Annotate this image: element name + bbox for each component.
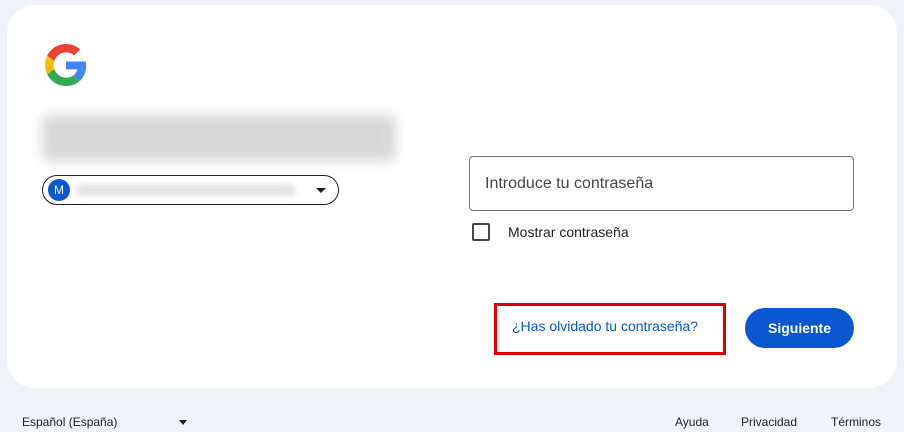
google-logo [45,44,87,86]
password-input[interactable] [470,157,853,210]
language-select[interactable]: Español (España) [22,415,187,429]
chevron-down-icon [316,188,326,193]
checkbox-icon[interactable] [472,223,490,241]
forgot-password-link[interactable]: ¿Has olvidado tu contraseña? [512,318,698,334]
footer: Español (España) Ayuda Privacidad Términ… [0,405,904,432]
help-link[interactable]: Ayuda [675,415,709,429]
terms-link[interactable]: Términos [831,415,881,429]
language-label: Español (España) [22,415,118,429]
avatar: M [48,179,70,201]
chevron-down-icon [179,420,187,425]
password-field-container [469,156,854,211]
show-password-label: Mostrar contraseña [508,224,629,240]
account-name-redacted [42,115,396,161]
next-button[interactable]: Siguiente [745,308,854,348]
account-selector[interactable]: M [42,175,339,205]
show-password-toggle[interactable]: Mostrar contraseña [472,223,629,241]
privacy-link[interactable]: Privacidad [741,415,797,429]
account-email-redacted [76,184,296,196]
